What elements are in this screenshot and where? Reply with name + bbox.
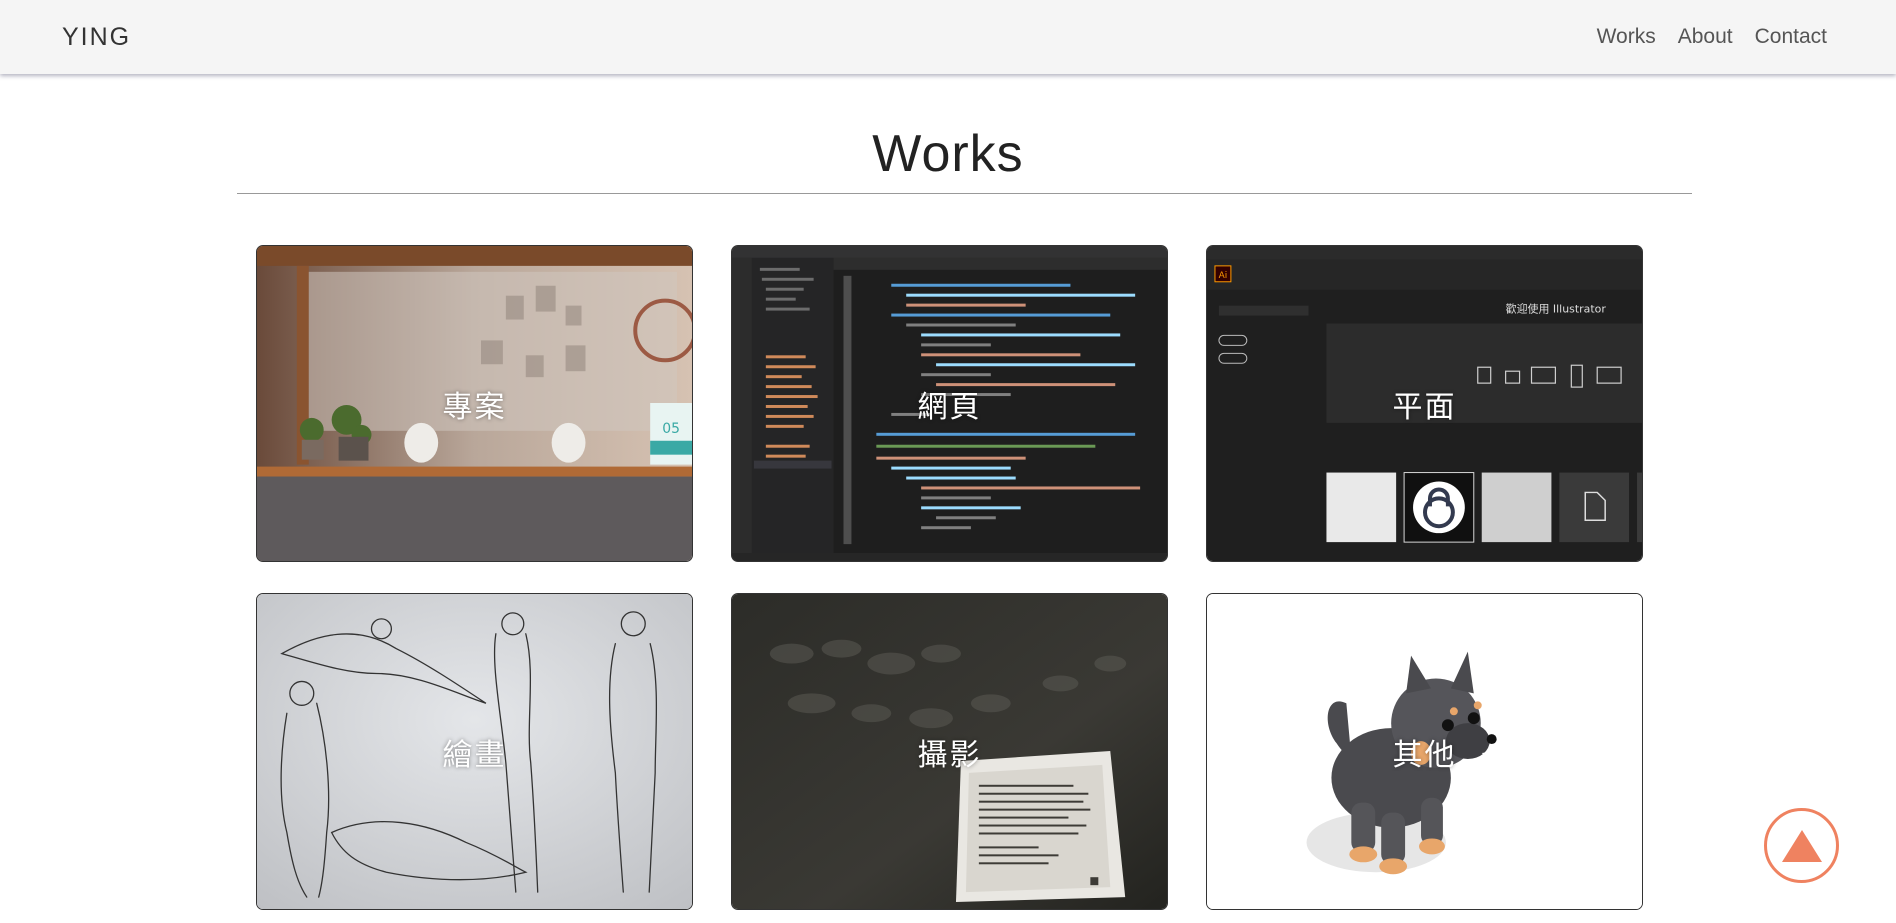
work-card-drawing[interactable]: 繪畫 xyxy=(256,593,693,910)
work-label: 平面 xyxy=(1392,389,1457,425)
title-divider xyxy=(237,193,1692,194)
page-title: Works xyxy=(872,125,1024,183)
arrow-up-icon xyxy=(1781,829,1822,862)
work-card-photography[interactable]: 攝影 xyxy=(731,593,1168,910)
works-grid: 05 專案 網頁 Ai 歡迎使用 Illustrator 平面 繪畫 攝影 其他 xyxy=(256,245,1644,910)
navbar: YING Works About Contact xyxy=(0,0,1896,74)
work-label: 繪畫 xyxy=(442,737,507,773)
work-card-web[interactable]: 網頁 xyxy=(731,245,1168,562)
nav-links: Works About Contact xyxy=(1597,25,1827,49)
work-card-graphic[interactable]: Ai 歡迎使用 Illustrator 平面 xyxy=(1206,245,1643,562)
brand-logo[interactable]: YING xyxy=(62,23,131,52)
nav-link-about[interactable]: About xyxy=(1678,25,1733,49)
work-label: 網頁 xyxy=(917,389,982,425)
work-label: 專案 xyxy=(442,389,507,425)
work-card-project[interactable]: 05 專案 xyxy=(256,245,693,562)
back-to-top-button[interactable] xyxy=(1764,808,1839,883)
work-card-other[interactable]: 其他 xyxy=(1206,593,1643,910)
nav-link-works[interactable]: Works xyxy=(1597,25,1656,49)
work-label: 其他 xyxy=(1392,737,1457,773)
work-label: 攝影 xyxy=(917,737,982,773)
nav-link-contact[interactable]: Contact xyxy=(1755,25,1827,49)
